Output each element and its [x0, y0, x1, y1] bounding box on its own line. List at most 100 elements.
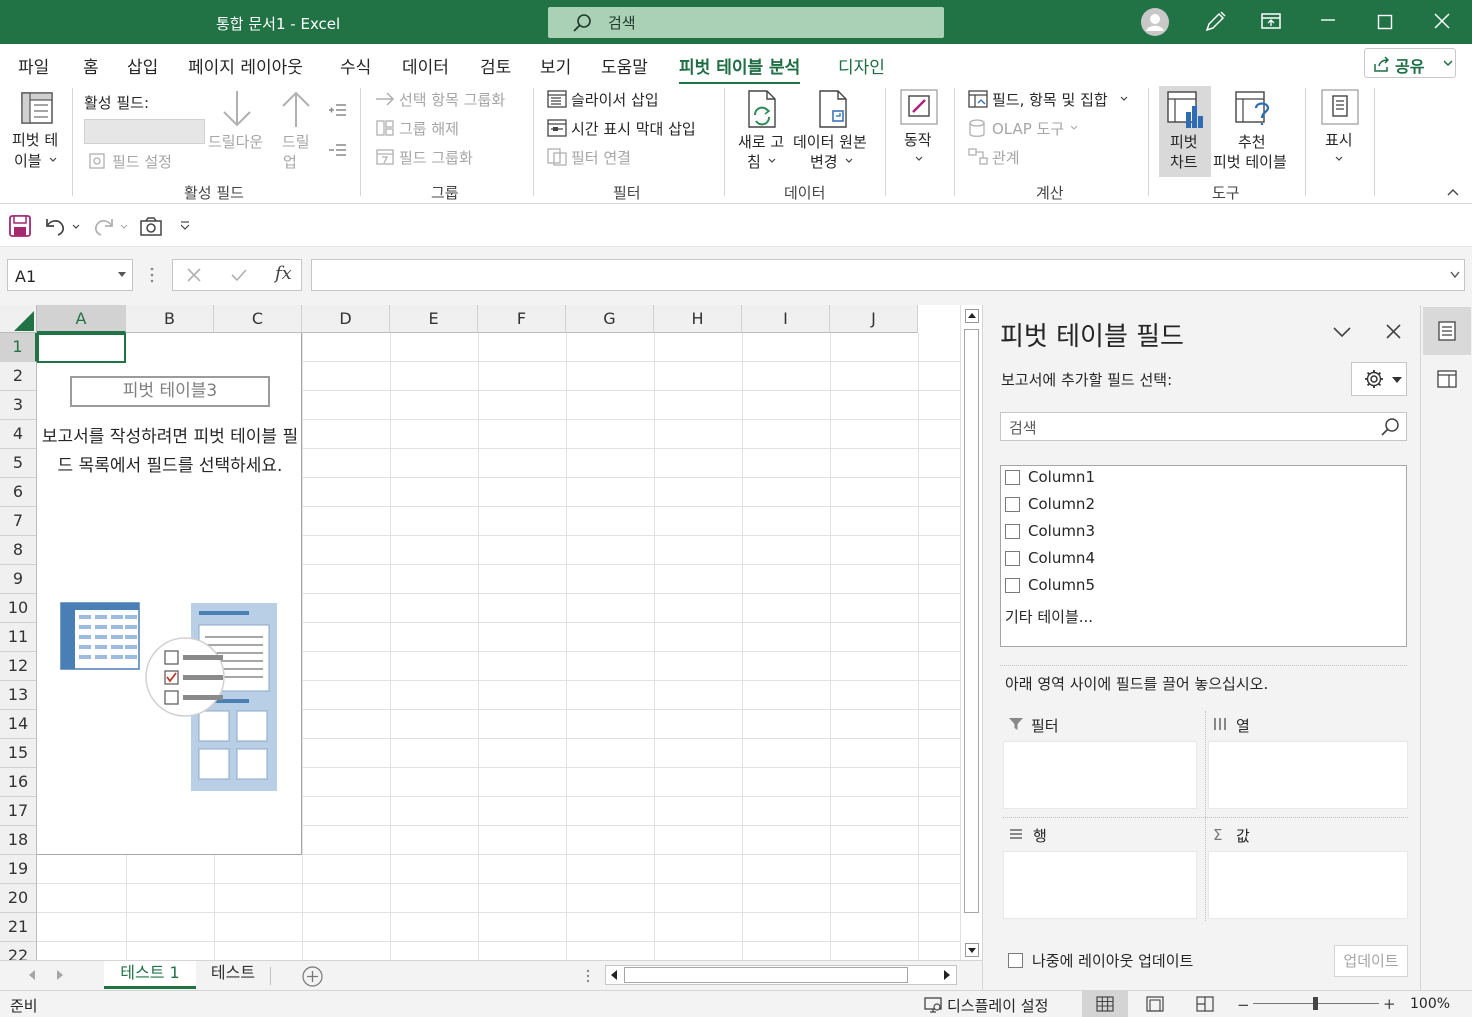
cancel-icon[interactable]	[187, 268, 201, 282]
redo-icon[interactable]	[92, 215, 116, 237]
minimize-icon[interactable]	[1320, 12, 1336, 28]
next-sheet-icon[interactable]	[56, 970, 64, 980]
tab-design[interactable]: 디자인	[838, 53, 885, 78]
relationships-button[interactable]: 관계	[992, 147, 1020, 168]
column-header-j[interactable]: J	[830, 305, 918, 333]
tab-formulas[interactable]: 수식	[340, 53, 371, 78]
pivottable-placeholder[interactable]: 피벗 테이블3 보고서를 작성하려면 피벗 테이블 필드 목록에서 필드를 선택…	[37, 333, 302, 855]
defer-update-checkbox[interactable]	[1008, 953, 1023, 968]
zoom-in-icon[interactable]: +	[1383, 995, 1396, 1013]
page-layout-view-icon[interactable]	[1146, 996, 1164, 1012]
columns-area[interactable]	[1208, 741, 1408, 809]
row-header-15[interactable]: 15	[0, 739, 37, 768]
new-sheet-icon[interactable]	[302, 966, 323, 987]
tab-home[interactable]: 홈	[83, 53, 99, 78]
collapse-field-icon[interactable]	[328, 142, 348, 158]
row-header-12[interactable]: 12	[0, 652, 37, 681]
checkbox[interactable]	[1005, 578, 1020, 593]
tab-file[interactable]: 파일	[18, 53, 49, 78]
prev-sheet-icon[interactable]	[28, 970, 36, 980]
display-settings-button[interactable]: 디스플레이 설정	[947, 995, 1048, 1016]
row-header-13[interactable]: 13	[0, 681, 37, 710]
scroll-down-icon[interactable]	[965, 943, 979, 957]
pane-options-chevron-icon[interactable]	[1333, 326, 1351, 338]
row-header-7[interactable]: 7	[0, 507, 37, 536]
scroll-thumb[interactable]	[964, 329, 979, 913]
column-header-d[interactable]: D	[302, 305, 390, 333]
scroll-thumb[interactable]	[624, 967, 908, 983]
checkbox[interactable]	[1005, 551, 1020, 566]
filters-area[interactable]	[1003, 741, 1197, 809]
rows-area[interactable]	[1003, 851, 1197, 919]
tab-insert[interactable]: 삽입	[127, 53, 158, 78]
column-header-e[interactable]: E	[390, 305, 478, 333]
field-list-rail-button[interactable]	[1423, 307, 1471, 355]
camera-icon[interactable]	[140, 216, 162, 236]
expand-formula-icon[interactable]	[1450, 271, 1460, 279]
drill-down-button[interactable]: 드릴다운	[208, 131, 263, 152]
chevron-down-icon[interactable]	[120, 223, 128, 231]
pen-icon[interactable]	[1203, 10, 1227, 34]
zoom-out-icon[interactable]: −	[1237, 996, 1250, 1014]
sheet-tab-test1[interactable]: 테스트 1	[104, 961, 196, 989]
filter-connections-button[interactable]: 필터 연결	[571, 147, 631, 168]
scroll-up-icon[interactable]	[965, 309, 979, 323]
fields-items-sets-button[interactable]: 필드, 항목 및 집합	[992, 89, 1108, 110]
row-header-10[interactable]: 10	[0, 594, 37, 623]
olap-tools-button[interactable]: OLAP 도구	[992, 118, 1064, 139]
tab-pivottable-analyze[interactable]: 피벗 테이블 분석	[679, 53, 801, 85]
row-header-14[interactable]: 14	[0, 710, 37, 739]
group-field-button[interactable]: 필드 그룹화	[399, 147, 473, 168]
checkbox[interactable]	[1005, 497, 1020, 512]
row-header-2[interactable]: 2	[0, 362, 37, 391]
row-header-5[interactable]: 5	[0, 449, 37, 478]
vertical-scrollbar[interactable]	[960, 305, 982, 960]
row-header-20[interactable]: 20	[0, 884, 37, 913]
name-box[interactable]: A1	[7, 259, 133, 291]
search-box[interactable]: 검색	[548, 7, 944, 38]
column-header-f[interactable]: F	[478, 305, 566, 333]
row-header-22[interactable]: 22	[0, 942, 37, 960]
select-all-corner[interactable]	[0, 305, 37, 333]
column-header-a[interactable]: A	[37, 305, 126, 333]
tab-view[interactable]: 보기	[540, 53, 571, 78]
collapse-ribbon-icon[interactable]	[1447, 188, 1459, 196]
formula-input[interactable]	[311, 259, 1465, 291]
enter-icon[interactable]	[231, 268, 247, 282]
row-header-3[interactable]: 3	[0, 391, 37, 420]
row-header-1[interactable]: 1	[0, 333, 37, 362]
zoom-level[interactable]: 100%	[1410, 996, 1450, 1012]
row-header-17[interactable]: 17	[0, 797, 37, 826]
row-header-18[interactable]: 18	[0, 826, 37, 855]
column-header-c[interactable]: C	[214, 305, 302, 333]
insert-function-button[interactable]: fx	[275, 263, 292, 284]
checkbox[interactable]	[1005, 524, 1020, 539]
pivottable-icon[interactable]	[19, 90, 55, 126]
active-field-input[interactable]	[84, 119, 205, 144]
zoom-slider-thumb[interactable]	[1313, 997, 1318, 1010]
layout-pane-icon[interactable]	[1437, 369, 1457, 389]
column-header-g[interactable]: G	[566, 305, 654, 333]
ribbon-display-icon[interactable]	[1260, 10, 1282, 32]
field-search-input[interactable]: 검색	[1000, 412, 1407, 441]
account-avatar-icon[interactable]	[1141, 8, 1169, 36]
close-icon[interactable]	[1434, 13, 1450, 29]
row-header-9[interactable]: 9	[0, 565, 37, 594]
scroll-right-icon[interactable]	[942, 969, 952, 981]
expand-field-icon[interactable]	[328, 102, 348, 118]
column-header-h[interactable]: H	[654, 305, 742, 333]
tab-help[interactable]: 도움말	[601, 53, 648, 78]
row-header-4[interactable]: 4	[0, 420, 37, 449]
customize-qat-icon[interactable]	[180, 221, 190, 231]
close-pane-icon[interactable]	[1386, 324, 1401, 339]
column-header-i[interactable]: I	[742, 305, 830, 333]
refresh-label-1[interactable]: 새로 고	[738, 131, 784, 152]
undo-icon[interactable]	[43, 215, 67, 237]
page-break-view-icon[interactable]	[1196, 996, 1214, 1012]
insert-slicer-button[interactable]: 슬라이서 삽입	[571, 89, 659, 110]
values-area[interactable]	[1208, 851, 1408, 919]
normal-view-button[interactable]	[1082, 991, 1128, 1017]
update-button[interactable]: 업데이트	[1334, 945, 1408, 977]
actions-button[interactable]: 동작	[904, 129, 932, 150]
row-header-21[interactable]: 21	[0, 913, 37, 942]
